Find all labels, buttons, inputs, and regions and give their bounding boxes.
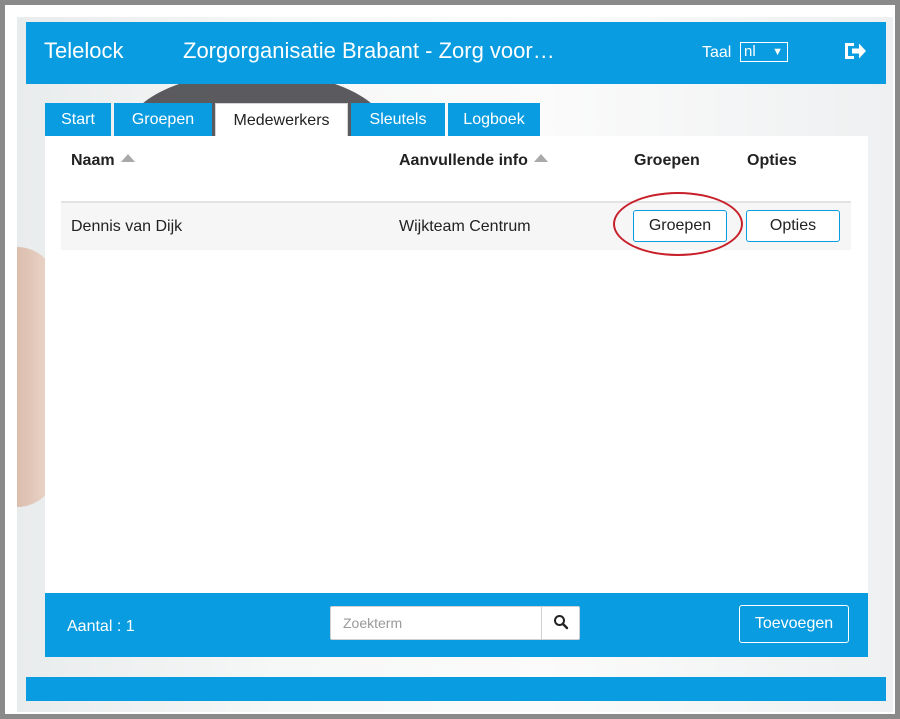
tab-logboek[interactable]: Logboek <box>448 103 540 136</box>
sort-ascending-icon <box>120 154 135 162</box>
bottom-bar <box>26 677 886 701</box>
tab-sleutels[interactable]: Sleutels <box>351 103 445 136</box>
search-box <box>330 606 580 640</box>
tab-start[interactable]: Start <box>45 103 111 136</box>
sort-ascending-icon <box>533 154 548 162</box>
column-header-label: Opties <box>747 152 797 169</box>
column-header-label: Groepen <box>634 152 700 169</box>
tab-label: Sleutels <box>369 111 427 128</box>
column-header-opties: Opties <box>747 152 797 170</box>
search-button[interactable] <box>541 607 579 639</box>
add-employee-button[interactable]: Toevoegen <box>739 605 849 643</box>
tab-label: Logboek <box>463 111 525 128</box>
sign-out-icon[interactable] <box>842 38 868 64</box>
app-header: Telelock Zorgorganisatie Brabant - Zorg … <box>26 22 886 84</box>
tab-groepen[interactable]: Groepen <box>114 103 212 136</box>
column-header-groepen: Groepen <box>634 152 700 170</box>
column-header-aanvullende-info[interactable]: Aanvullende info <box>399 152 548 170</box>
tab-label: Medewerkers <box>233 112 330 129</box>
tab-label: Groepen <box>131 111 195 128</box>
opties-button[interactable]: Opties <box>746 210 840 242</box>
highlight-annotation-circle <box>613 192 743 256</box>
panel-footer: Aantal : 1 Toevoegen <box>45 593 868 657</box>
language-select[interactable]: nl ▼ <box>740 42 788 62</box>
employee-count: Aantal : 1 <box>67 618 135 635</box>
language-label: Taal <box>702 44 732 61</box>
cell-naam: Dennis van Dijk <box>71 218 183 235</box>
language-value: nl <box>744 43 756 60</box>
column-header-label: Naam <box>71 152 115 169</box>
tab-label: Start <box>61 111 95 128</box>
brand-logo[interactable]: Telelock <box>44 38 123 64</box>
organization-title: Zorgorganisatie Brabant - Zorg voor… <box>183 38 555 63</box>
tab-medewerkers[interactable]: Medewerkers <box>215 103 348 137</box>
employees-panel: Naam Aanvullende info Groepen Opties Den… <box>45 136 868 593</box>
chevron-down-icon: ▼ <box>772 46 783 58</box>
screenshot-frame: Telelock Zorgorganisatie Brabant - Zorg … <box>0 0 900 719</box>
cell-info: Wijkteam Centrum <box>399 218 531 235</box>
search-input[interactable] <box>331 607 541 639</box>
search-icon <box>553 614 568 629</box>
column-header-naam[interactable]: Naam <box>71 152 135 170</box>
column-header-label: Aanvullende info <box>399 152 528 169</box>
